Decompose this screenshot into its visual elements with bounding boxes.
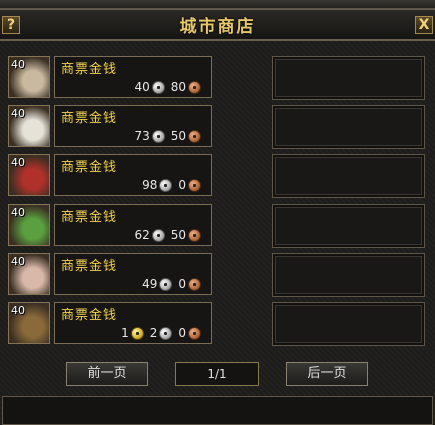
title-bar[interactable]: ? 城市商店 X (0, 9, 435, 41)
empty-slot[interactable] (272, 302, 425, 346)
item-price-box[interactable]: 商票金钱 73 50 (54, 105, 212, 147)
copper-amount: 0 (178, 277, 186, 291)
gold-amount: 1 (121, 326, 129, 340)
copper-amount: 0 (178, 178, 186, 192)
item-name: 商票金钱 (61, 308, 118, 323)
shop-item-row[interactable]: 40 商票金钱 98 0 (6, 154, 216, 198)
item-quantity: 40 (11, 206, 25, 219)
red-berries-icon[interactable]: 40 (8, 154, 50, 196)
silver-coin-icon (159, 178, 173, 192)
silver-amount: 2 (149, 326, 158, 340)
item-name: 商票金钱 (61, 111, 118, 126)
silver-coin-icon (151, 228, 165, 242)
price-line: 1 2 0 (121, 325, 205, 341)
item-price-box[interactable]: 商票金钱 1 2 0 (54, 302, 212, 344)
shop-item-row[interactable]: 40 商票金钱 73 50 (6, 105, 216, 149)
item-price-box[interactable]: 商票金钱 62 50 (54, 204, 212, 246)
silver-amount: 98 (142, 178, 158, 192)
item-quantity: 40 (11, 107, 25, 120)
item-quantity: 40 (11, 156, 25, 169)
silver-coin-icon (159, 326, 173, 340)
copper-coin-icon (188, 277, 201, 291)
copper-coin-icon (188, 178, 201, 192)
empty-slot[interactable] (272, 105, 425, 149)
shop-item-row[interactable]: 40 商票金钱 1 2 0 (6, 302, 216, 346)
window-top-strip (0, 0, 435, 9)
item-quantity: 40 (11, 304, 25, 317)
city-shop-window: ? 城市商店 X 40 商票金钱 40 80 40 商票金钱 73 50 40 商票金钱 98 0 40… (0, 0, 435, 425)
close-button[interactable]: X (415, 16, 433, 34)
silver-amount: 62 (134, 228, 150, 242)
copper-coin-icon (188, 80, 201, 94)
item-quantity: 40 (11, 58, 25, 71)
copper-amount: 50 (170, 129, 186, 143)
item-price-box[interactable]: 商票金钱 49 0 (54, 253, 212, 295)
empty-slot[interactable] (272, 253, 425, 297)
item-name: 商票金钱 (61, 160, 118, 175)
empty-slot[interactable] (272, 56, 425, 100)
white-powder-icon[interactable]: 40 (8, 56, 50, 98)
price-line: 98 0 (142, 177, 205, 193)
green-herb-icon[interactable]: 40 (8, 204, 50, 246)
silver-amount: 40 (134, 80, 150, 94)
copper-coin-icon (188, 228, 201, 242)
empty-slot[interactable] (272, 154, 425, 198)
copper-amount: 0 (178, 326, 186, 340)
item-price-box[interactable]: 商票金钱 98 0 (54, 154, 212, 196)
gold-coin-icon (130, 326, 144, 340)
silver-coin-icon (151, 129, 165, 143)
white-cloth-icon[interactable]: 40 (8, 105, 50, 147)
next-page-button[interactable]: 后一页 (286, 362, 368, 386)
shop-item-row[interactable]: 40 商票金钱 40 80 (6, 56, 216, 100)
copper-coin-icon (188, 129, 201, 143)
silver-coin-icon (159, 277, 173, 291)
item-price-box[interactable]: 商票金钱 40 80 (54, 56, 212, 98)
empty-slot[interactable] (272, 204, 425, 248)
item-name: 商票金钱 (61, 259, 118, 274)
copper-amount: 50 (170, 228, 186, 242)
price-line: 73 50 (134, 128, 205, 144)
window-title: 城市商店 (179, 17, 256, 37)
shop-item-row[interactable]: 40 商票金钱 62 50 (6, 204, 216, 248)
silk-cloth-icon[interactable]: 40 (8, 253, 50, 295)
silver-coin-icon (151, 80, 165, 94)
item-name: 商票金钱 (61, 210, 118, 225)
item-quantity: 40 (11, 255, 25, 268)
price-line: 40 80 (134, 79, 205, 95)
page-indicator: 1/1 (175, 362, 259, 386)
price-line: 62 50 (134, 227, 205, 243)
ornate-scroll-icon[interactable]: 40 (8, 302, 50, 344)
info-panel (2, 396, 433, 425)
copper-coin-icon (188, 326, 201, 340)
shop-item-row[interactable]: 40 商票金钱 49 0 (6, 253, 216, 297)
silver-amount: 73 (134, 129, 150, 143)
item-name: 商票金钱 (61, 62, 118, 77)
price-line: 49 0 (142, 276, 205, 292)
prev-page-button[interactable]: 前一页 (66, 362, 148, 386)
copper-amount: 80 (170, 80, 186, 94)
silver-amount: 49 (142, 277, 158, 291)
